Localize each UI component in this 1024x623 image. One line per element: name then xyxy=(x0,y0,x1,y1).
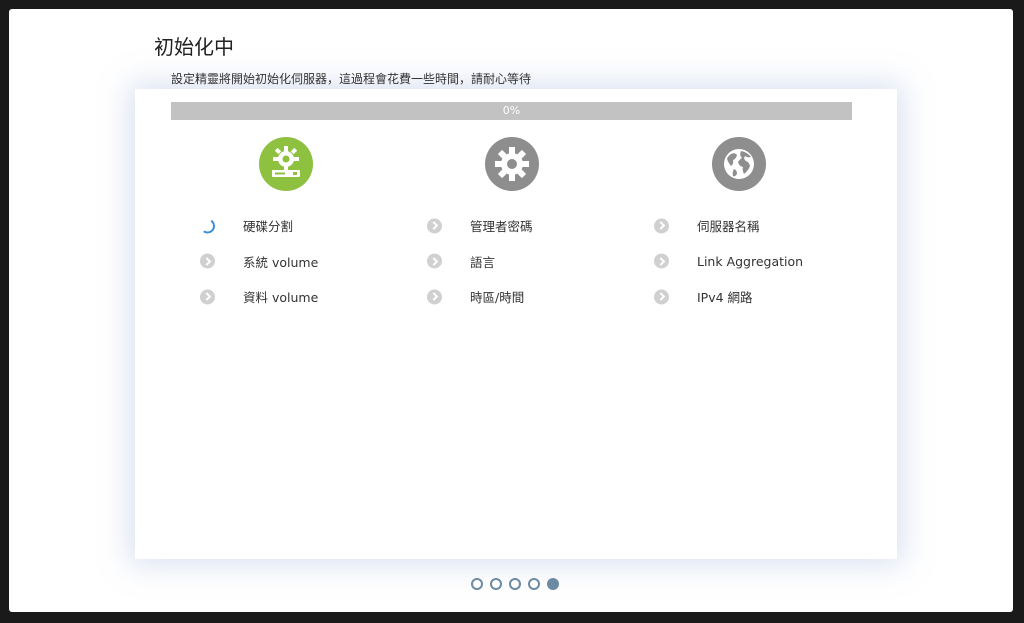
step-item: 時區/時間 xyxy=(427,279,647,315)
progress-bar: 0% xyxy=(171,102,852,120)
step-label: 伺服器名稱 xyxy=(697,219,760,235)
step-item: IPv4 網路 xyxy=(654,279,874,315)
chevron-right-icon xyxy=(427,253,442,269)
step-item: 資料 volume xyxy=(200,279,420,315)
wizard-window: 初始化中 設定精靈將開始初始化伺服器，這過程會花費一些時間，請耐心等待 0% 硬… xyxy=(9,9,1013,612)
step-list-network: 伺服器名稱 Link Aggregation IPv4 網路 xyxy=(654,208,874,315)
step-item: 語言 xyxy=(427,244,647,280)
chevron-right-icon xyxy=(427,289,442,305)
step-item: 伺服器名稱 xyxy=(654,208,874,244)
step-item: 管理者密碼 xyxy=(427,208,647,244)
step-item: 硬碟分割 xyxy=(198,208,420,244)
pagination-dot-1[interactable] xyxy=(471,578,483,590)
globe-icon xyxy=(712,137,766,191)
step-label: Link Aggregation xyxy=(697,253,804,269)
step-label: IPv4 網路 xyxy=(697,290,753,306)
chevron-right-icon xyxy=(200,289,215,305)
pagination-dots xyxy=(471,578,559,590)
step-label: 語言 xyxy=(470,254,496,270)
chevron-right-icon xyxy=(427,218,442,234)
step-label: 管理者密碼 xyxy=(470,219,533,235)
pagination-dot-3[interactable] xyxy=(509,578,521,590)
step-list-system: 管理者密碼 語言 時區/時間 xyxy=(427,208,647,315)
step-item: 系統 volume xyxy=(200,244,420,280)
chevron-right-icon xyxy=(654,253,669,269)
pagination-dot-4[interactable] xyxy=(528,578,540,590)
step-list-storage: 硬碟分割 系統 volume 資料 volume xyxy=(198,208,420,315)
step-label: 系統 volume xyxy=(243,254,319,270)
loading-spinner-icon xyxy=(198,217,217,235)
chevron-right-icon xyxy=(654,289,669,305)
gear-icon xyxy=(485,137,539,191)
step-item: Link Aggregation xyxy=(654,244,874,280)
progress-label: 0% xyxy=(502,104,521,117)
chevron-right-icon xyxy=(654,218,669,234)
disk-gear-icon xyxy=(259,137,313,191)
pagination-dot-2[interactable] xyxy=(490,578,502,590)
step-label: 資料 volume xyxy=(243,290,319,306)
step-label: 時區/時間 xyxy=(470,290,525,306)
pagination-dot-5[interactable] xyxy=(547,578,559,590)
page-description: 設定精靈將開始初始化伺服器，這過程會花費一些時間，請耐心等待 xyxy=(171,72,532,86)
chevron-right-icon xyxy=(200,253,215,269)
page-title: 初始化中 xyxy=(154,35,234,59)
step-label: 硬碟分割 xyxy=(243,219,294,235)
